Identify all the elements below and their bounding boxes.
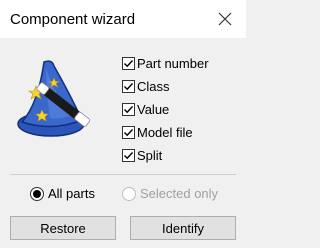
check-class[interactable]: Class — [122, 75, 209, 98]
wizard-hat-with-wand-icon — [17, 60, 91, 137]
radio-all-parts[interactable]: All parts — [30, 186, 95, 201]
check-label: Split — [137, 148, 163, 163]
checkbox-value[interactable] — [122, 103, 135, 116]
dialog-body: Part number Class Value Model file Split — [0, 38, 246, 248]
restore-button[interactable]: Restore — [10, 216, 116, 240]
radio-label-selected-only: Selected only — [140, 186, 219, 201]
identify-button[interactable]: Identify — [130, 216, 236, 240]
check-label: Part number — [137, 56, 209, 71]
check-value[interactable]: Value — [122, 98, 209, 121]
checkmark-icon — [124, 60, 134, 68]
field-checklist: Part number Class Value Model file Split — [122, 52, 209, 167]
title-bar: Component wizard — [0, 0, 246, 38]
check-label: Model file — [137, 125, 193, 140]
checkmark-icon — [124, 83, 134, 91]
check-label: Class — [137, 79, 170, 94]
radio-label-all-parts: All parts — [48, 186, 95, 201]
radio-selected-only[interactable]: Selected only — [122, 186, 218, 201]
checkbox-model-file[interactable] — [122, 126, 135, 139]
window-title: Component wizard — [10, 11, 136, 28]
checkmark-icon — [124, 152, 134, 160]
divider — [10, 174, 236, 175]
checkmark-icon — [124, 129, 134, 137]
close-button[interactable] — [212, 6, 238, 32]
close-icon — [218, 12, 232, 26]
check-model-file[interactable]: Model file — [122, 121, 209, 144]
check-label: Value — [137, 102, 170, 117]
radio-button-selected-only[interactable] — [122, 186, 136, 201]
checkbox-part-number[interactable] — [122, 57, 135, 70]
checkbox-class[interactable] — [122, 80, 135, 93]
check-split[interactable]: Split — [122, 144, 209, 167]
radio-dot — [33, 189, 41, 198]
radio-button-all-parts[interactable] — [30, 186, 44, 201]
checkmark-icon — [124, 106, 134, 114]
checkbox-split[interactable] — [122, 149, 135, 162]
check-part-number[interactable]: Part number — [122, 52, 209, 75]
